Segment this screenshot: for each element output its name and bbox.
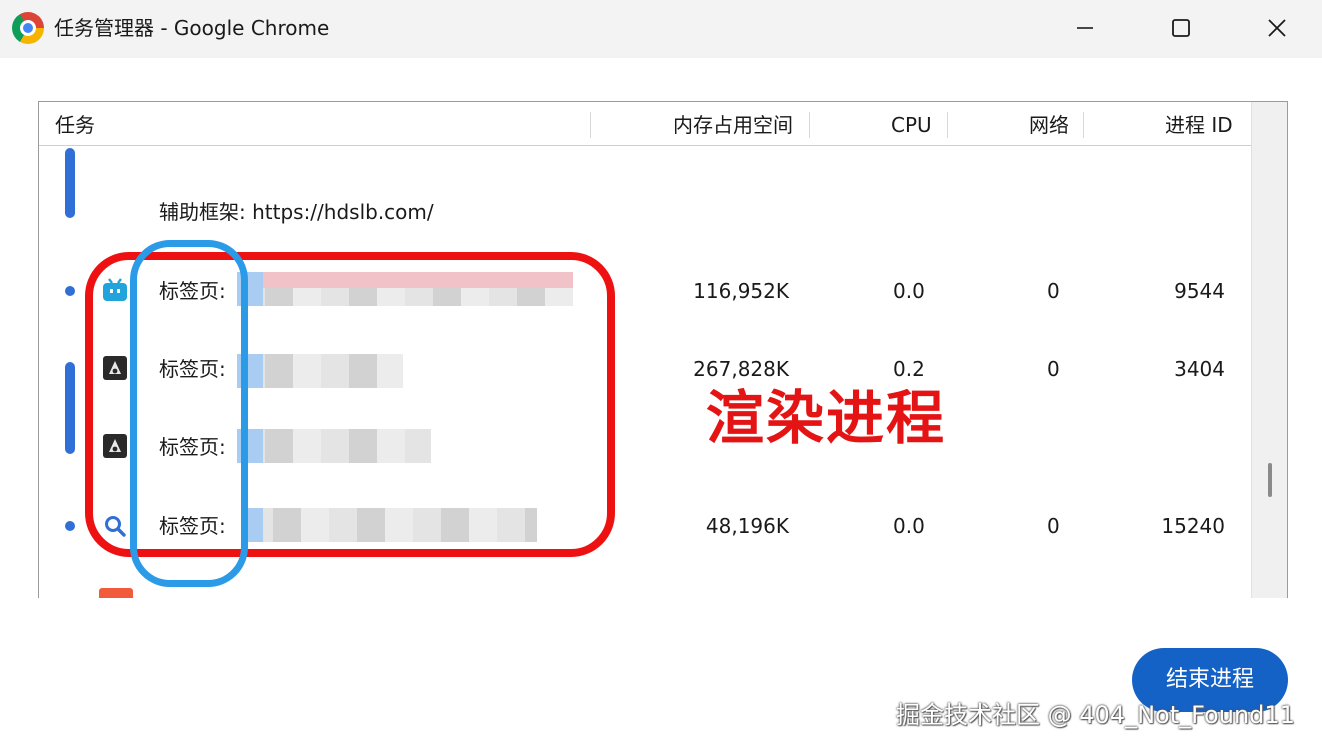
pid-value: 3404: [1174, 357, 1225, 381]
column-divider[interactable]: [947, 112, 948, 138]
close-button[interactable]: [1254, 8, 1300, 48]
network-value: 0: [1047, 514, 1060, 538]
column-header-pid[interactable]: 进程 ID: [1165, 110, 1233, 140]
maximize-button[interactable]: [1158, 8, 1204, 48]
cpu-value: 0.0: [893, 279, 925, 303]
network-value: 0: [1047, 357, 1060, 381]
process-dot: [65, 521, 75, 531]
column-header-network[interactable]: 网络: [1029, 110, 1069, 140]
partial-row-icon: [99, 588, 133, 598]
minimize-button[interactable]: [1062, 8, 1108, 48]
column-header-memory[interactable]: 内存占用空间: [673, 110, 793, 140]
task-name[interactable]: 辅助框架: https://hdslb.com/: [159, 198, 434, 226]
column-header-task[interactable]: 任务: [55, 110, 95, 140]
table-header: 任务 内存占用空间 CPU 网络 进程 ID: [39, 102, 1251, 146]
close-icon: [1268, 19, 1286, 37]
cpu-value: 0.0: [893, 514, 925, 538]
process-group-indicator: [65, 148, 75, 218]
process-group-indicator: [65, 362, 75, 454]
window-title: 任务管理器 - Google Chrome: [54, 16, 330, 40]
vertical-scrollbar[interactable]: [1251, 102, 1287, 598]
pid-value: 9544: [1174, 279, 1225, 303]
column-divider[interactable]: [1083, 112, 1084, 138]
column-divider[interactable]: [590, 112, 591, 138]
chrome-logo-icon: [12, 12, 44, 44]
watermark: 掘金技术社区 @ 404_Not_Found11: [896, 701, 1295, 729]
process-dot: [65, 286, 75, 296]
column-header-cpu[interactable]: CPU: [891, 110, 932, 140]
annotation-label: 渲染进程: [706, 384, 947, 452]
memory-value: 267,828K: [693, 357, 789, 381]
cpu-value: 0.2: [893, 357, 925, 381]
maximize-icon: [1172, 19, 1190, 37]
minimize-icon: [1077, 27, 1093, 29]
title-bar: 任务管理器 - Google Chrome: [0, 0, 1322, 58]
scrollbar-thumb[interactable]: [1268, 463, 1272, 497]
pid-value: 15240: [1161, 514, 1225, 538]
tab-label-highlight: [130, 240, 248, 587]
column-divider[interactable]: [809, 112, 810, 138]
memory-value: 116,952K: [693, 279, 789, 303]
memory-value: 48,196K: [705, 514, 789, 538]
network-value: 0: [1047, 279, 1060, 303]
